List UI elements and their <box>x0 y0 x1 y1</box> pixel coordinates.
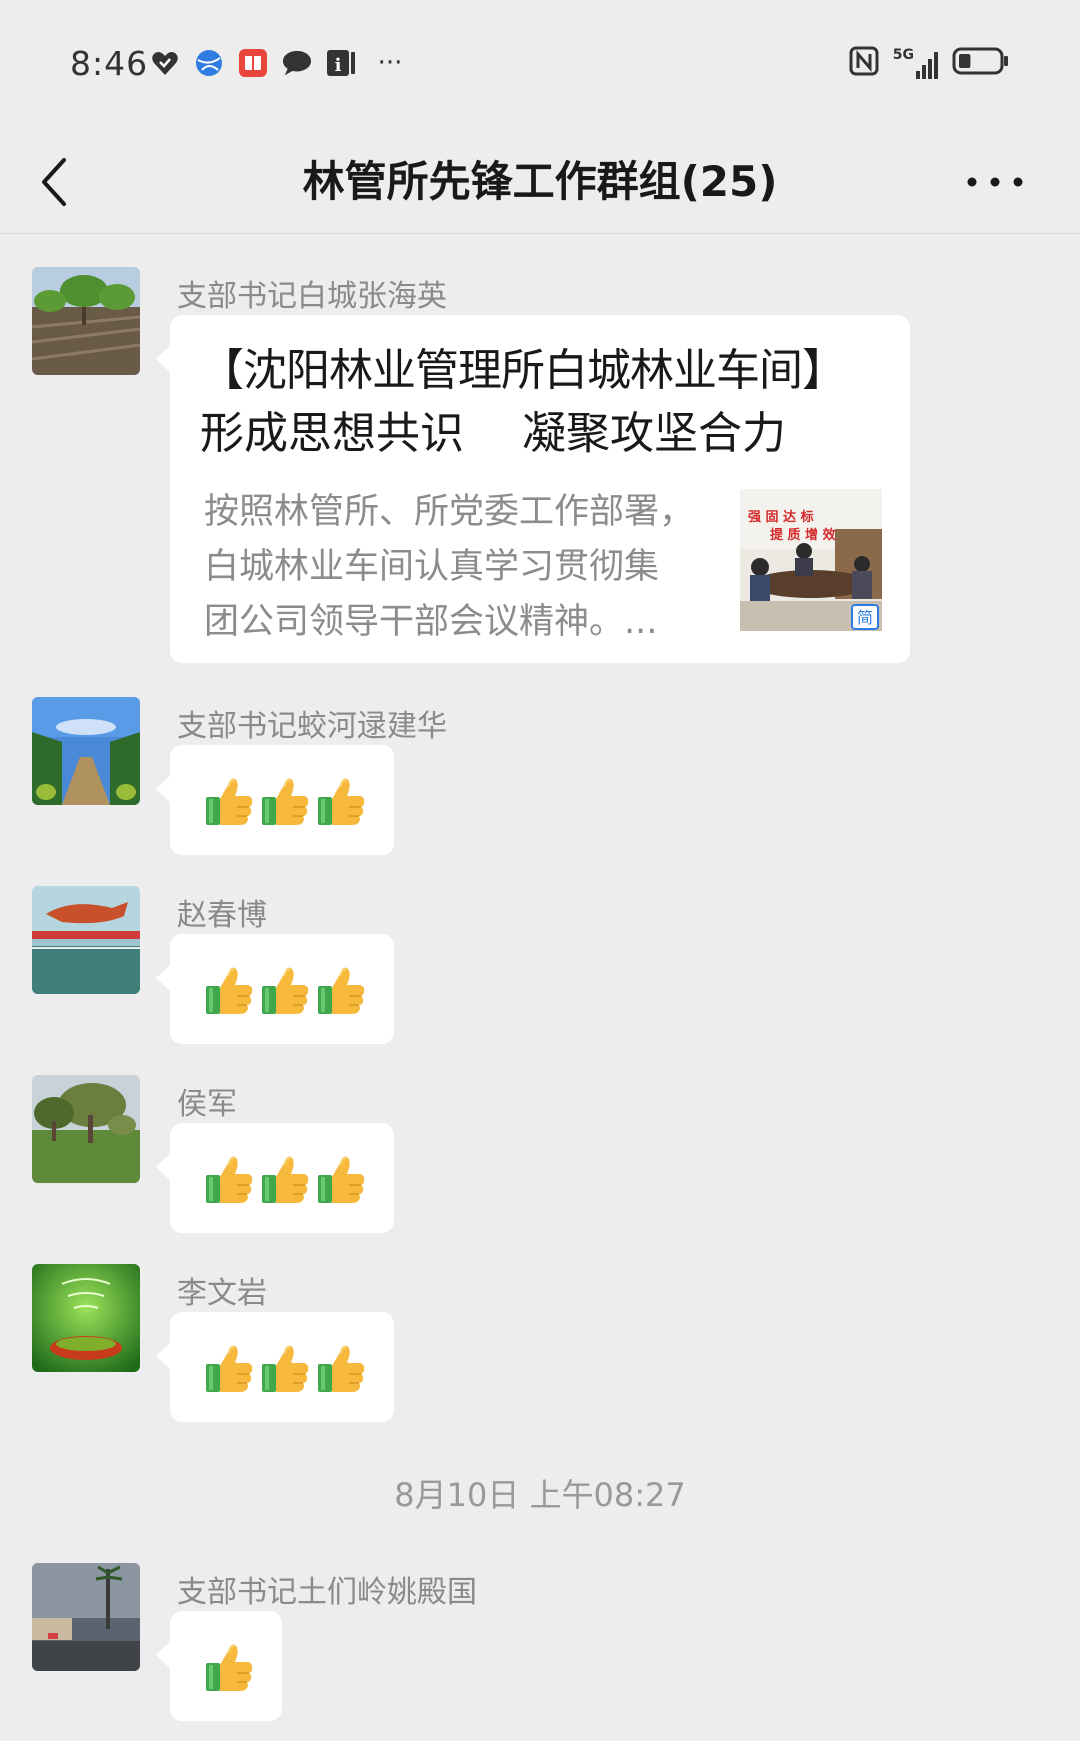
article-summary-line: 团公司领导干部会议精神。... <box>204 602 658 642</box>
message-item: 支部书记白城张海英 【沈阳林业管理所白城林业车间】 形成思想共识 凝聚攻坚合力 … <box>32 267 1032 667</box>
sender-name: 李文岩 <box>177 1276 267 1311</box>
banner-text-2: 提 质 增 效 <box>770 527 837 543</box>
article-summary-line: 按照林管所、所党委工作部署， <box>204 492 695 532</box>
avatar[interactable] <box>32 1075 140 1183</box>
more-options-button[interactable] <box>960 152 1030 212</box>
sender-name: 赵春博 <box>177 898 267 933</box>
book-app-icon <box>238 48 268 78</box>
article-thumbnail: 强 固 达 标 提 质 增 效 简 <box>740 489 882 631</box>
battery-icon <box>952 46 1010 80</box>
avatar-image <box>32 267 140 375</box>
chat-bubble-icon <box>282 48 312 78</box>
info-icon: i <box>326 48 356 78</box>
avatar[interactable] <box>32 1563 140 1671</box>
thumbs-up-icon <box>260 1342 310 1394</box>
avatar[interactable] <box>32 1264 140 1372</box>
thumbs-up-icon <box>316 1153 366 1205</box>
thumbs-up-icon <box>316 964 366 1016</box>
article-title-line: 形成思想共识 凝聚攻坚合力 <box>200 408 786 459</box>
chat-header: 林管所先锋工作群组(25) <box>0 130 1080 234</box>
signal-5g-icon: 5G <box>893 47 938 79</box>
globe-app-icon <box>194 48 224 78</box>
emoji-row <box>170 1123 394 1233</box>
emoji-row <box>170 1611 282 1721</box>
sender-name: 支部书记土们岭姚殿国 <box>177 1575 477 1610</box>
thumbs-up-icon <box>260 775 310 827</box>
emoji-row <box>170 1312 394 1422</box>
svg-text:i: i <box>335 55 342 76</box>
message-item: 侯军 <box>32 1075 1032 1235</box>
message-item: 支部书记蛟河逯建华 <box>32 697 1032 857</box>
emoji-row <box>170 934 394 1044</box>
emoji-message[interactable] <box>156 1123 394 1233</box>
thumbs-up-icon <box>204 1342 254 1394</box>
notification-icons: i ··· <box>150 48 410 78</box>
meeting-photo: 强 固 达 标 提 质 增 效 简 <box>740 489 882 631</box>
thumbnail-badge: 简 <box>857 608 873 627</box>
emoji-row <box>170 745 394 855</box>
avatar-image <box>32 1563 140 1671</box>
sender-name: 支部书记蛟河逯建华 <box>177 709 447 744</box>
avatar[interactable] <box>32 697 140 805</box>
message-item: 支部书记土们岭姚殿国 <box>32 1563 1032 1723</box>
thumbs-up-icon <box>204 775 254 827</box>
avatar-image <box>32 1075 140 1183</box>
thumbs-up-icon <box>316 775 366 827</box>
article-summary-line: 白城林业车间认真学习贯彻集 <box>204 547 660 587</box>
emoji-message[interactable] <box>156 1312 394 1422</box>
status-time: 8:46 <box>70 44 149 83</box>
thumbs-up-icon <box>260 964 310 1016</box>
article-summary: 按照林管所、所党委工作部署， 白城林业车间认真学习贯彻集 团公司领导干部会议精神… <box>204 485 694 650</box>
avatar-image <box>32 697 140 805</box>
emoji-message[interactable] <box>156 934 394 1044</box>
thumbs-up-icon <box>204 1153 254 1205</box>
chat-title: 林管所先锋工作群组(25) <box>302 157 778 206</box>
thumbs-up-icon <box>260 1153 310 1205</box>
avatar-image <box>32 886 140 994</box>
message-item: 李文岩 <box>32 1264 1032 1424</box>
article-card[interactable]: 【沈阳林业管理所白城林业车间】 形成思想共识 凝聚攻坚合力 按照林管所、所党委工… <box>156 315 910 663</box>
emoji-message[interactable] <box>156 745 394 855</box>
avatar[interactable] <box>32 886 140 994</box>
sender-name: 侯军 <box>177 1087 237 1122</box>
emoji-message[interactable] <box>156 1611 282 1721</box>
thumbs-up-icon <box>204 1641 254 1693</box>
article-title: 【沈阳林业管理所白城林业车间】 形成思想共识 凝聚攻坚合力 <box>200 339 890 465</box>
nfc-icon <box>849 46 879 80</box>
article-title-line: 【沈阳林业管理所白城林业车间】 <box>200 345 846 396</box>
thumbs-up-icon <box>204 964 254 1016</box>
avatar[interactable] <box>32 267 140 375</box>
more-dots: ··· <box>377 48 403 78</box>
thumbs-up-icon <box>316 1342 366 1394</box>
status-bar: 8:46 i ··· 5G <box>0 0 1080 130</box>
avatar-image <box>32 1264 140 1372</box>
system-icons: 5G <box>849 46 1010 80</box>
time-divider: 8月10日 上午08:27 <box>394 1476 686 1514</box>
banner-text-1: 强 固 达 标 <box>748 509 814 525</box>
heart-icon <box>150 48 180 78</box>
message-item: 赵春博 <box>32 886 1032 1046</box>
more-icon <box>967 177 1023 187</box>
network-label: 5G <box>892 47 914 63</box>
sender-name: 支部书记白城张海英 <box>177 279 447 314</box>
